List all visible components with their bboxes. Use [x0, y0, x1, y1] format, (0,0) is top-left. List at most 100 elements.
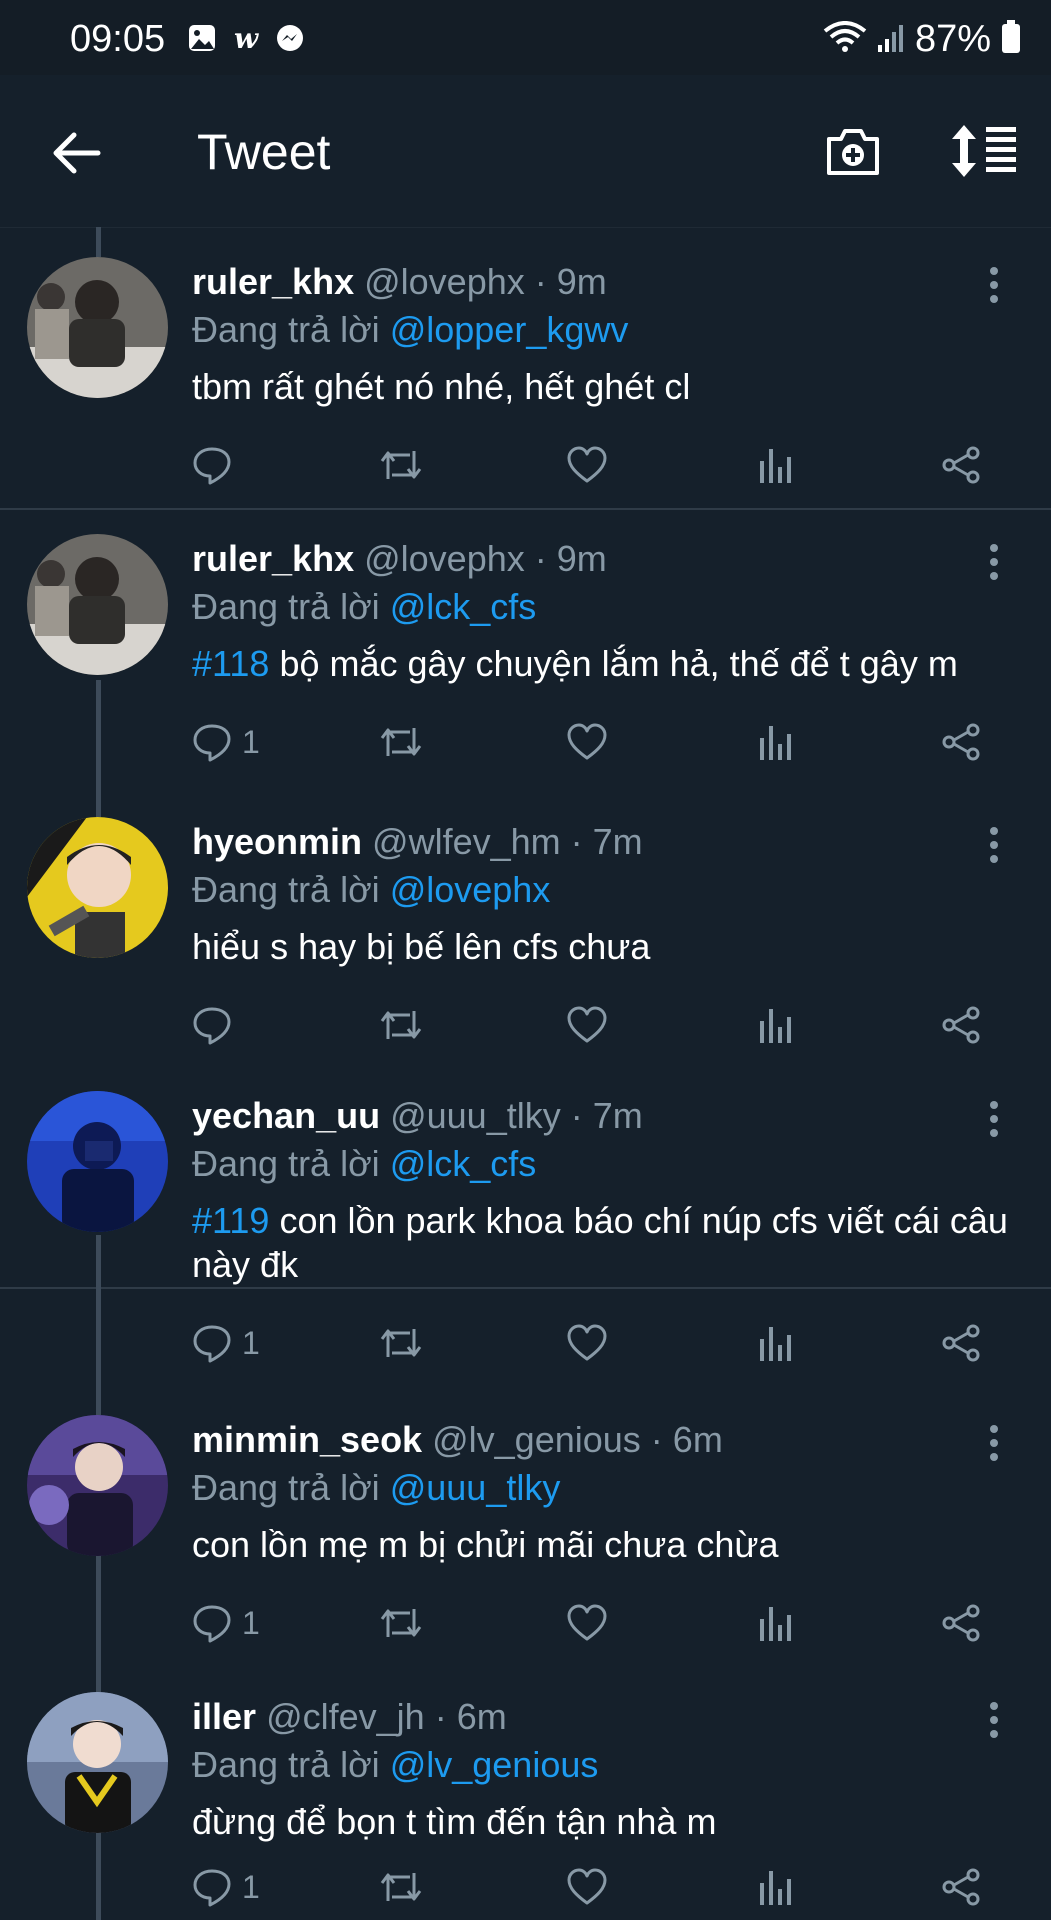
heart-icon — [567, 723, 607, 760]
analytics-button[interactable] — [758, 1862, 794, 1912]
more-options-button[interactable] — [980, 265, 1008, 305]
more-vertical-icon — [990, 827, 998, 863]
reply-mention[interactable]: @lopper_kgwv — [390, 309, 629, 350]
tweet-time: 6m — [456, 1696, 507, 1737]
reply-mention[interactable]: @lck_cfs — [390, 586, 537, 627]
tweet-text: #118 bộ mắc gây chuyện lắm hả, thế để t … — [192, 643, 958, 684]
avatar[interactable] — [27, 257, 168, 398]
reply-button[interactable] — [192, 1000, 242, 1050]
reply-mention[interactable]: @lv_genious — [390, 1744, 599, 1785]
like-button[interactable] — [566, 717, 608, 767]
retweet-button[interactable] — [378, 1000, 424, 1050]
reply-mention[interactable]: @uuu_tlky — [390, 1467, 561, 1508]
tweet-actions — [192, 1000, 1022, 1050]
share-button[interactable] — [940, 1000, 982, 1050]
wifi-icon — [823, 21, 867, 58]
reply-button[interactable]: 1 — [192, 1318, 260, 1368]
share-button[interactable] — [940, 1862, 982, 1912]
status-bar: 09:05 w 87% — [0, 0, 1051, 75]
reply-icon — [193, 1605, 231, 1643]
like-button[interactable] — [566, 1862, 608, 1912]
heart-icon — [567, 446, 607, 483]
avatar[interactable] — [27, 1091, 168, 1232]
share-button[interactable] — [940, 717, 982, 767]
analytics-icon — [760, 726, 791, 760]
analytics-button[interactable] — [758, 440, 794, 490]
like-button[interactable] — [566, 1000, 608, 1050]
analytics-button[interactable] — [758, 1318, 794, 1368]
tweet-actions: 1 — [192, 717, 1022, 767]
analytics-button[interactable] — [758, 717, 794, 767]
back-button[interactable] — [48, 125, 104, 181]
reply-mention[interactable]: @lck_cfs — [390, 1143, 537, 1184]
analytics-icon — [760, 1871, 791, 1905]
author-handle: @wlfev_hm — [372, 821, 561, 862]
reply-button[interactable]: 1 — [192, 717, 260, 767]
reply-button[interactable]: 1 — [192, 1598, 260, 1648]
analytics-button[interactable] — [758, 1598, 794, 1648]
more-options-button[interactable] — [980, 825, 1008, 865]
clock: 09:05 — [70, 18, 166, 60]
reply-icon — [193, 1869, 231, 1907]
like-button[interactable] — [566, 440, 608, 490]
avatar[interactable] — [27, 534, 168, 675]
retweet-button[interactable] — [378, 1318, 424, 1368]
retweet-button[interactable] — [378, 717, 424, 767]
sort-button[interactable] — [950, 121, 1020, 181]
share-button[interactable] — [940, 1318, 982, 1368]
author-name[interactable]: ruler_khx — [192, 261, 354, 302]
retweet-icon — [380, 1873, 422, 1901]
tweet-text: #119 con lồn park khoa báo chí núp cfs v… — [192, 1200, 1008, 1285]
reply-context: Đang trả lời @lck_cfs — [192, 1143, 537, 1184]
retweet-button[interactable] — [378, 1598, 424, 1648]
reply-button[interactable] — [192, 440, 242, 490]
more-options-button[interactable] — [980, 542, 1008, 582]
avatar[interactable] — [27, 817, 168, 958]
author-name[interactable]: iller — [192, 1696, 256, 1737]
tweet[interactable]: ruler_khx @lovephx · 9m Đang trả lời @lo… — [0, 227, 1051, 510]
like-button[interactable] — [566, 1598, 608, 1648]
tweet[interactable]: yechan_uu @uuu_tlky · 7m Đang trả lời @l… — [0, 1065, 1051, 1385]
author-name[interactable]: minmin_seok — [192, 1419, 422, 1460]
tweet-time: 6m — [672, 1419, 723, 1460]
hashtag[interactable]: #118 — [192, 643, 269, 684]
more-options-button[interactable] — [980, 1423, 1008, 1463]
tweet-actions: 1 — [192, 1598, 1022, 1648]
retweet-button[interactable] — [378, 440, 424, 490]
more-options-button[interactable] — [980, 1099, 1008, 1139]
like-button[interactable] — [566, 1318, 608, 1368]
tweet-time: 7m — [592, 821, 643, 862]
w-app-icon: w — [233, 21, 259, 55]
avatar[interactable] — [27, 1692, 168, 1833]
share-button[interactable] — [940, 1598, 982, 1648]
avatar[interactable] — [27, 1415, 168, 1556]
retweet-icon — [380, 1609, 422, 1637]
author-name[interactable]: yechan_uu — [192, 1095, 380, 1136]
tweet[interactable]: ruler_khx @lovephx · 9m Đang trả lời @lc… — [0, 510, 1051, 787]
reply-button[interactable]: 1 — [192, 1862, 260, 1912]
share-button[interactable] — [940, 440, 982, 490]
analytics-button[interactable] — [758, 1000, 794, 1050]
analytics-icon — [760, 1607, 791, 1641]
thread-line — [96, 1555, 101, 1662]
reply-context: Đang trả lời @lovephx — [192, 869, 551, 910]
hashtag[interactable]: #119 — [192, 1200, 269, 1241]
more-vertical-icon — [990, 1101, 998, 1137]
tweet[interactable]: iller @clfev_jh · 6m Đang trả lời @lv_ge… — [0, 1662, 1051, 1920]
more-options-button[interactable] — [980, 1700, 1008, 1740]
retweet-icon — [380, 451, 422, 479]
tweet-time: 9m — [556, 538, 607, 579]
retweet-button[interactable] — [378, 1862, 424, 1912]
camera-button[interactable] — [823, 121, 883, 181]
author-name[interactable]: ruler_khx — [192, 538, 354, 579]
thread-line — [96, 1385, 101, 1415]
tweet[interactable]: minmin_seok @lv_genious · 6m Đang trả lờ… — [0, 1385, 1051, 1662]
reply-mention[interactable]: @lovephx — [390, 869, 551, 910]
retweet-icon — [380, 1329, 422, 1357]
reply-icon — [193, 1007, 231, 1045]
heart-icon — [567, 1604, 607, 1641]
author-name[interactable]: hyeonmin — [192, 821, 362, 862]
share-icon — [942, 1604, 980, 1642]
tweet[interactable]: hyeonmin @wlfev_hm · 7m Đang trả lời @lo… — [0, 787, 1051, 1289]
reply-count: 1 — [242, 1604, 260, 1641]
